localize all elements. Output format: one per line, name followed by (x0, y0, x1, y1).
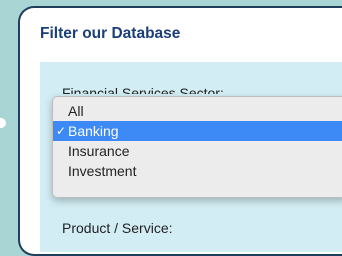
option-label: Banking (68, 123, 119, 139)
option-label: Investment (68, 163, 137, 179)
sector-option-all[interactable]: All (53, 101, 342, 121)
sector-option-investment[interactable]: Investment (53, 161, 342, 181)
product-service-label: Product / Service: (62, 220, 173, 236)
sector-option-insurance[interactable]: Insurance (53, 141, 342, 161)
sector-dropdown-menu[interactable]: All ✓ Banking Insurance Investment (52, 96, 342, 198)
page-edge-dot (0, 118, 6, 128)
checkmark-icon: ✓ (56, 124, 67, 138)
panel-title: Filter our Database (40, 25, 181, 42)
sector-option-banking[interactable]: ✓ Banking (53, 121, 342, 141)
option-label: Insurance (68, 143, 130, 159)
sector-label: Financial Services Sector: (62, 85, 224, 94)
option-label: All (68, 103, 84, 119)
